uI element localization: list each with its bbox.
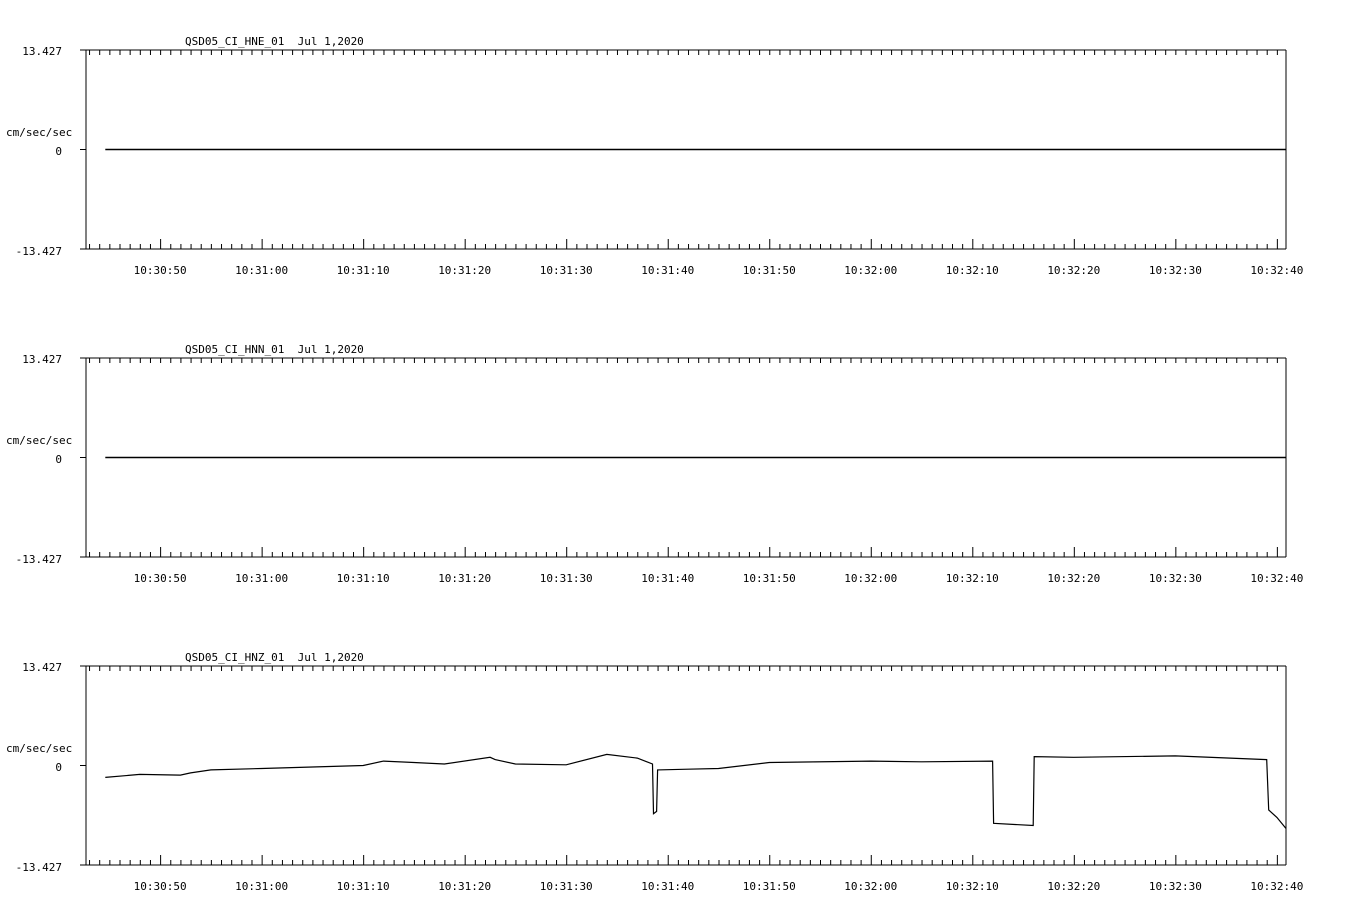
y-tick-label-min: -13.427 [16, 553, 62, 566]
x-tick-label: 10:31:50 [743, 880, 796, 893]
x-tick-label: 10:31:10 [337, 264, 390, 277]
x-tick-label: 10:32:00 [844, 264, 897, 277]
x-tick-label: 10:32:40 [1250, 572, 1303, 585]
x-tick-label: 10:32:40 [1250, 264, 1303, 277]
y-axis-label: cm/sec/sec [6, 126, 72, 139]
x-tick-label: 10:32:20 [1047, 264, 1100, 277]
x-tick-label: 10:32:30 [1149, 572, 1202, 585]
plot-area: 10:30:50 10:31:00 10:31:10 10:31:20 10:31:30… [80, 49, 1303, 277]
x-tick-label: 10:31:30 [540, 572, 593, 585]
x-tick-label: 10:31:00 [235, 264, 288, 277]
plot-area: 10:30:50 10:31:00 10:31:10 10:31:20 10:31:30… [80, 665, 1303, 893]
x-tick-label: 10:32:10 [946, 264, 999, 277]
x-tick-label: 10:32:20 [1047, 880, 1100, 893]
x-tick-label: 10:31:50 [743, 264, 796, 277]
x-tick-label: 10:32:30 [1149, 264, 1202, 277]
x-tick-label: 10:30:50 [134, 880, 187, 893]
panel-hne: QSD05_CI_HNE_01 Jul 1,2020 13.427 0 -13.… [6, 35, 1303, 277]
x-tick-label: 10:31:20 [438, 264, 491, 277]
x-tick-label: 10:31:40 [641, 572, 694, 585]
panel-title: QSD05_CI_HNN_01 Jul 1,2020 [185, 343, 364, 356]
x-tick-label: 10:30:50 [134, 264, 187, 277]
x-tick-label: 10:32:20 [1047, 572, 1100, 585]
seismogram-canvas: QSD05_CI_HNE_01 Jul 1,2020 13.427 0 -13.… [6, 35, 1303, 893]
x-tick-label: 10:31:20 [438, 880, 491, 893]
x-tick-label: 10:32:00 [844, 572, 897, 585]
x-tick-label: 10:31:10 [337, 572, 390, 585]
x-tick-label: 10:31:00 [235, 880, 288, 893]
panel-title: QSD05_CI_HNE_01 Jul 1,2020 [185, 35, 364, 48]
y-tick-label-zero: 0 [55, 145, 62, 158]
x-tick-label: 10:32:10 [946, 880, 999, 893]
x-tick-label: 10:31:40 [641, 264, 694, 277]
y-tick-label-max: 13.427 [22, 353, 62, 366]
series-line [105, 753, 1287, 829]
x-tick-label: 10:31:50 [743, 572, 796, 585]
x-tick-label: 10:32:00 [844, 880, 897, 893]
x-tick-label: 10:32:10 [946, 572, 999, 585]
panel-title: QSD05_CI_HNZ_01 Jul 1,2020 [185, 651, 364, 664]
y-tick-label-max: 13.427 [22, 661, 62, 674]
panel-hnn: QSD05_CI_HNN_01 Jul 1,2020 13.427 0 -13.… [6, 343, 1303, 585]
y-axis-label: cm/sec/sec [6, 742, 72, 755]
y-axis-label: cm/sec/sec [6, 434, 72, 447]
y-tick-label-max: 13.427 [22, 45, 62, 58]
y-tick-label-min: -13.427 [16, 245, 62, 258]
x-tick-label: 10:31:40 [641, 880, 694, 893]
x-tick-label: 10:31:10 [337, 880, 390, 893]
x-tick-label: 10:31:00 [235, 572, 288, 585]
y-tick-label-min: -13.427 [16, 861, 62, 874]
x-tick-label: 10:31:30 [540, 264, 593, 277]
x-tick-label: 10:31:20 [438, 572, 491, 585]
x-tick-label: 10:31:30 [540, 880, 593, 893]
x-tick-label: 10:32:30 [1149, 880, 1202, 893]
y-tick-label-zero: 0 [55, 453, 62, 466]
x-tick-label: 10:30:50 [134, 572, 187, 585]
y-tick-label-zero: 0 [55, 761, 62, 774]
panel-hnz: QSD05_CI_HNZ_01 Jul 1,2020 13.427 0 -13.… [6, 651, 1303, 893]
x-tick-label: 10:32:40 [1250, 880, 1303, 893]
plot-area: 10:30:50 10:31:00 10:31:10 10:31:20 10:31:30… [80, 357, 1303, 585]
